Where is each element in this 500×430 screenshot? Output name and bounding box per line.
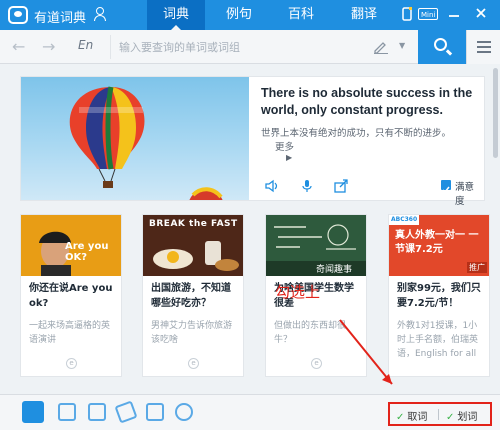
tab-encyclopedia[interactable]: 百科 xyxy=(272,0,330,30)
search-icon xyxy=(434,38,447,51)
youdao-logo-icon xyxy=(8,6,28,24)
word-book-icon[interactable] xyxy=(58,403,76,421)
forward-arrow-icon[interactable]: → xyxy=(42,37,55,56)
search-input[interactable] xyxy=(119,35,359,59)
close-icon[interactable] xyxy=(474,7,488,21)
tab-examples[interactable]: 例句 xyxy=(210,0,268,30)
tab-translate[interactable]: 翻译 xyxy=(335,0,393,30)
annotation-arrow xyxy=(339,319,393,385)
capture-word-label: 取词 xyxy=(407,412,428,423)
word-capture-options: ✓ 取词 ✓ 划词 xyxy=(388,402,492,426)
select-word-label: 划词 xyxy=(457,412,478,423)
chevron-down-icon[interactable]: ▼ xyxy=(399,41,405,50)
app-title: 有道词典 xyxy=(34,11,87,26)
sync-icon[interactable] xyxy=(175,403,193,421)
language-selector[interactable]: En xyxy=(78,38,93,52)
main-content: There is no absolute success in the worl… xyxy=(0,64,500,394)
handwriting-pen-icon[interactable] xyxy=(373,39,388,54)
search-box: ▼ xyxy=(110,35,410,59)
bottom-toolbar: ✓ 取词 ✓ 划词 xyxy=(0,394,500,430)
tab-dictionary[interactable]: 词典 xyxy=(147,0,205,30)
select-word-option[interactable]: ✓ 划词 xyxy=(446,408,477,423)
divider xyxy=(438,409,439,420)
check-icon: ✓ xyxy=(396,412,405,423)
menu-button[interactable] xyxy=(466,30,500,64)
dict-home-icon[interactable] xyxy=(22,401,44,423)
scrollbar[interactable] xyxy=(493,68,498,158)
check-icon: ✓ xyxy=(446,412,455,423)
title-bar: 有道词典 词典 例句 百科 翻译 Mini xyxy=(0,0,500,30)
minimize-icon[interactable] xyxy=(447,7,461,21)
mini-mode-icon[interactable]: Mini xyxy=(418,8,439,20)
user-icon[interactable] xyxy=(93,7,106,21)
back-arrow-icon[interactable]: ← xyxy=(12,37,25,56)
document-icon[interactable] xyxy=(146,403,164,421)
capture-word-option[interactable]: ✓ 取词 xyxy=(396,408,427,423)
pen-icon[interactable] xyxy=(114,400,138,424)
phone-icon[interactable] xyxy=(400,7,414,21)
image-icon[interactable] xyxy=(88,403,106,421)
search-button[interactable] xyxy=(418,30,466,64)
annotation-text: 勾选上 xyxy=(275,283,321,301)
